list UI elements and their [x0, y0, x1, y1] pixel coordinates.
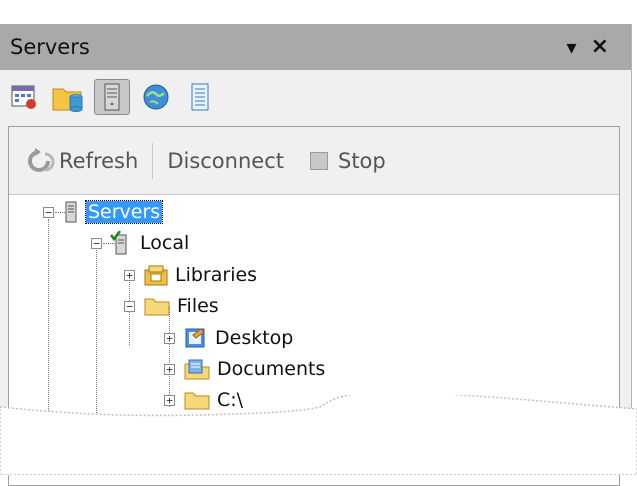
tree-node-files[interactable]: − Files: [124, 291, 219, 321]
schedule-icon[interactable]: [6, 79, 42, 115]
refresh-button[interactable]: Refresh: [25, 147, 139, 174]
toolbar-separator: [152, 142, 154, 179]
collapse-icon[interactable]: −: [124, 300, 135, 312]
panel-icon-toolbar: [0, 72, 631, 122]
tree-node-desktop[interactable]: + Desktop: [164, 323, 293, 353]
server-action-bar: Refresh Disconnect Stop: [9, 127, 619, 195]
panel-title: Servers: [10, 35, 90, 59]
tree-label: Servers: [84, 200, 164, 224]
documents-icon: [184, 359, 210, 380]
tree-label: Desktop: [215, 327, 294, 349]
tree-node-documents[interactable]: + Documents: [164, 354, 325, 384]
stop-label: Stop: [337, 148, 386, 173]
collapse-icon[interactable]: −: [91, 237, 102, 249]
expand-icon[interactable]: +: [124, 269, 135, 281]
library-icon: [144, 265, 168, 286]
library-folder-icon[interactable]: [50, 79, 86, 115]
collapse-icon[interactable]: −: [43, 206, 54, 218]
expand-icon[interactable]: +: [164, 363, 175, 375]
globe-sync-icon[interactable]: [138, 79, 174, 115]
panel-menu-dropdown-icon[interactable]: ▾: [567, 37, 577, 57]
stop-button[interactable]: Stop: [309, 148, 386, 173]
tree-node-local[interactable]: − Local: [91, 228, 189, 258]
stop-icon: [309, 151, 328, 170]
expand-icon[interactable]: +: [164, 332, 175, 344]
folder-icon: [144, 298, 170, 316]
server-icon[interactable]: [94, 79, 130, 115]
log-list-icon[interactable]: [182, 79, 218, 115]
tree-label: Documents: [217, 358, 326, 380]
tree-label: Libraries: [175, 264, 258, 286]
server-connected-icon: [110, 231, 127, 255]
refresh-label: Refresh: [59, 148, 139, 173]
tree-label: Files: [177, 295, 219, 317]
torn-edge-overlay: [0, 395, 637, 475]
server-icon: [65, 201, 77, 223]
refresh-icon: [28, 147, 55, 172]
desktop-icon: [185, 328, 205, 348]
top-strip: [0, 0, 632, 24]
close-icon[interactable]: ×: [591, 36, 609, 58]
tree-node-servers[interactable]: − Servers: [43, 197, 164, 227]
tree-label: Local: [140, 232, 190, 254]
disconnect-button[interactable]: Disconnect: [167, 149, 284, 173]
tree-line: [96, 245, 97, 415]
tree-node-libraries[interactable]: + Libraries: [124, 260, 257, 290]
disconnect-label: Disconnect: [167, 148, 284, 173]
server-tree: − Servers − Local + Libraries − Files + …: [9, 197, 609, 439]
panel-titlebar: Servers ▾ ×: [0, 24, 631, 70]
